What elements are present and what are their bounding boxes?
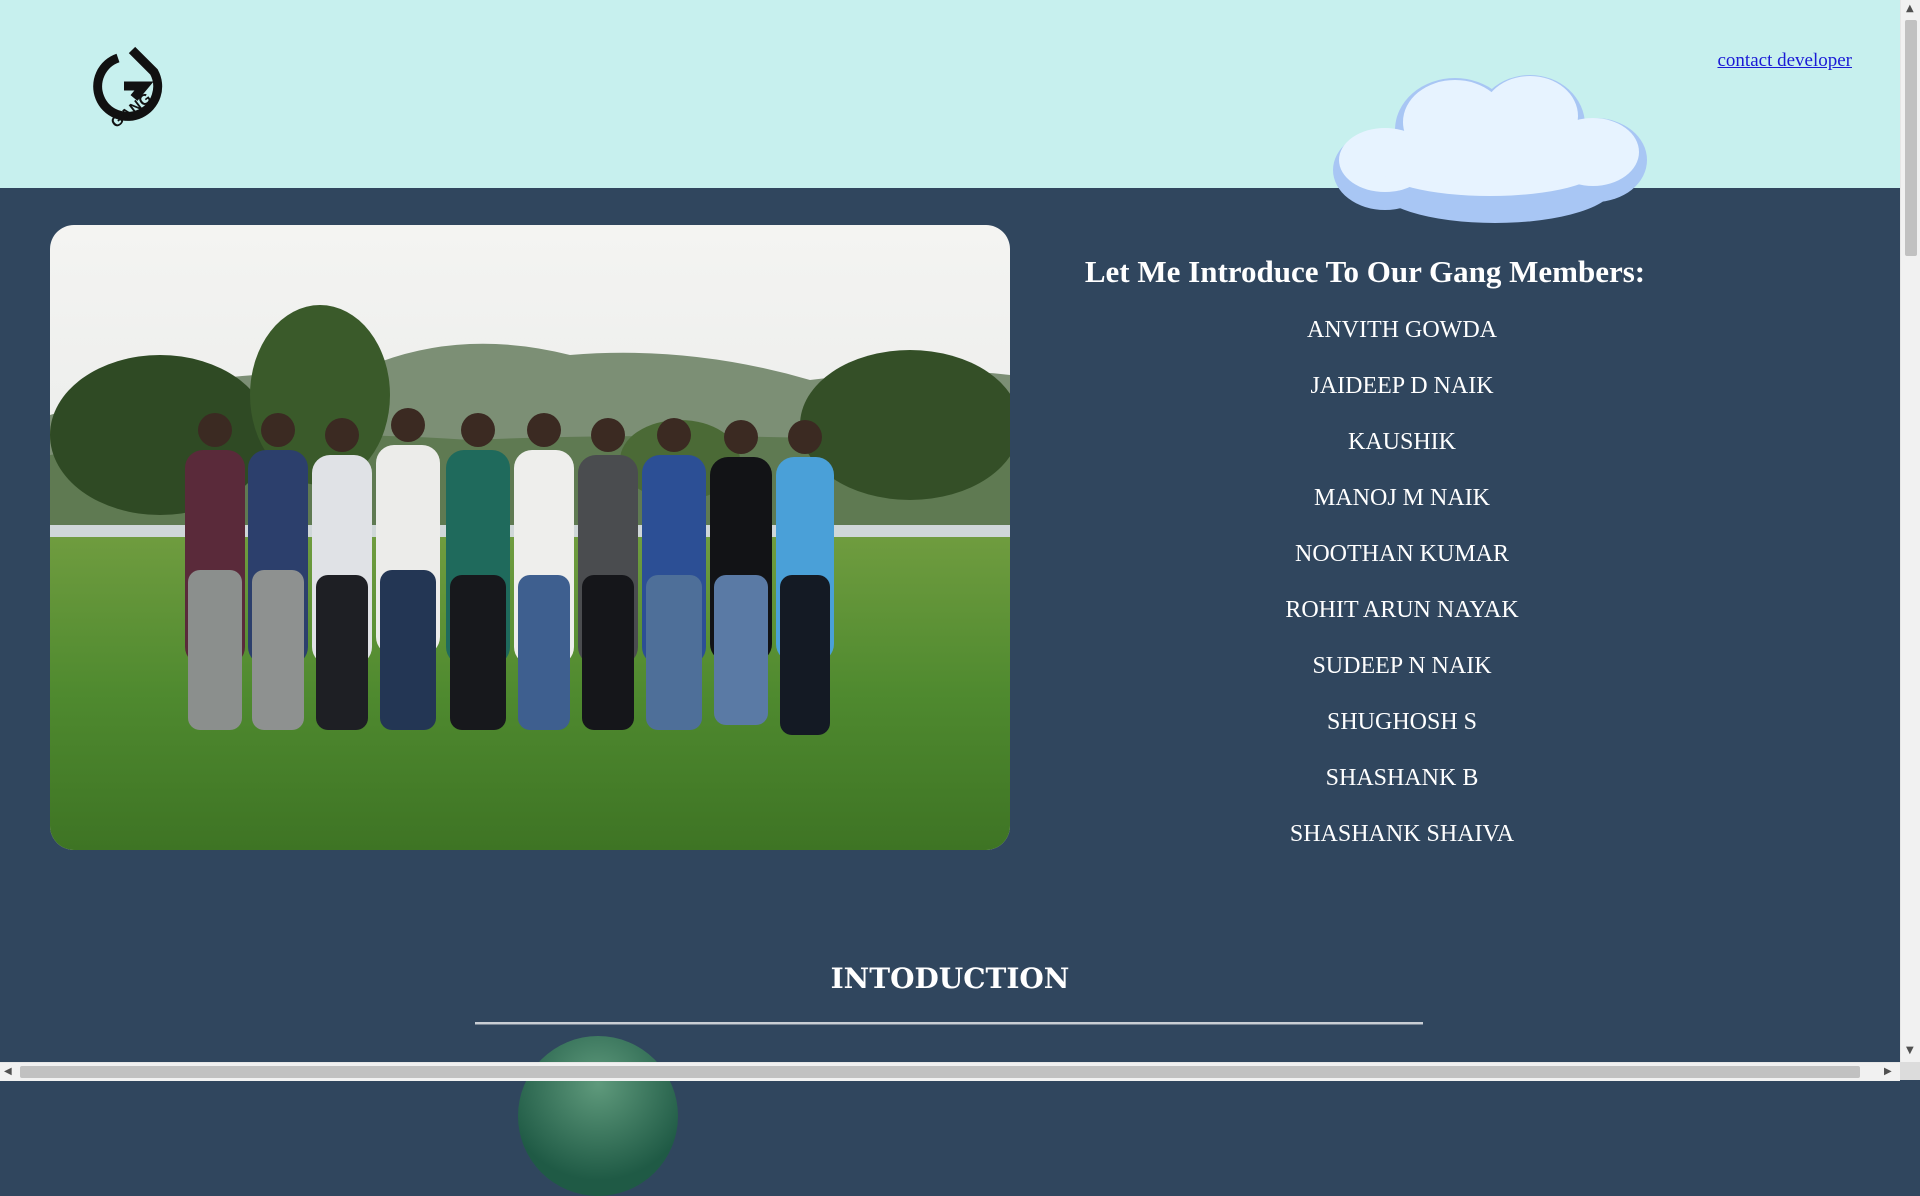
scroll-down-arrow-icon[interactable]: ▼ — [1906, 1046, 1914, 1056]
section-divider — [475, 1022, 1423, 1025]
vertical-scrollbar[interactable]: ▲ ▼ — [1900, 0, 1920, 1062]
site-header: GANG contact developer — [0, 0, 1900, 223]
contact-developer-link[interactable]: contact developer — [1717, 50, 1852, 72]
group-photo — [50, 225, 1010, 850]
scroll-right-arrow-icon[interactable]: ▶ — [1884, 1067, 1892, 1077]
member-name: SHUGHOSH S — [1326, 709, 1478, 735]
member-name: SHASHANK B — [1325, 765, 1479, 791]
cloud-icon — [1325, 60, 1665, 230]
intro-heading: Let Me Introduce To Our Gang Members: — [1084, 254, 1646, 289]
horizontal-scrollbar-thumb[interactable] — [20, 1066, 1860, 1078]
member-name: ANVITH GOWDA — [1307, 317, 1497, 343]
gang-logo-icon[interactable]: GANG — [72, 40, 172, 140]
member-name: KAUSHIK — [1348, 429, 1456, 455]
member-name: ROHIT ARUN NAYAK — [1285, 597, 1519, 623]
scroll-up-arrow-icon[interactable]: ▲ — [1906, 4, 1914, 14]
section-title: INTODUCTION — [830, 962, 1070, 995]
vertical-scrollbar-thumb[interactable] — [1905, 20, 1917, 256]
scrollbar-corner — [1900, 1062, 1920, 1080]
member-name: NOOTHAN KUMAR — [1295, 541, 1509, 567]
scroll-left-arrow-icon[interactable]: ◀ — [4, 1067, 12, 1077]
member-name: MANOJ M NAIK — [1313, 485, 1490, 511]
avatar — [518, 1036, 678, 1196]
member-name: JAIDEEP D NAIK — [1310, 373, 1494, 399]
member-name: SUDEEP N NAIK — [1312, 653, 1492, 679]
member-name: SHASHANK SHAIVA — [1289, 821, 1515, 847]
horizontal-scrollbar[interactable]: ◀ ▶ — [0, 1062, 1900, 1081]
member-list: ANVITH GOWDA JAIDEEP D NAIK KAUSHIK MANO… — [1102, 310, 1702, 870]
